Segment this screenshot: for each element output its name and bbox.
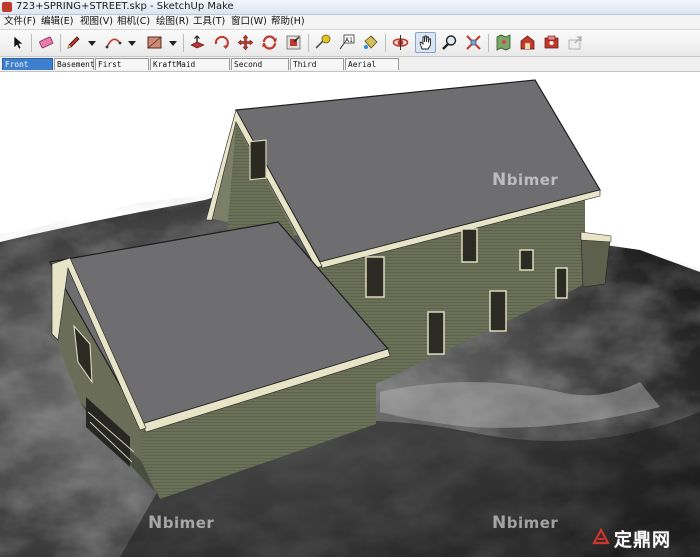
site-logo: 定鼎网 [592, 524, 692, 552]
menu-bar: 文件(F) 编辑(E) 视图(V) 相机(C) 绘图(R) 工具(T) 窗口(W… [0, 15, 700, 30]
scene-tab-third-floor[interactable]: Third Floor [290, 58, 344, 81]
select-icon[interactable] [8, 33, 27, 52]
sketchup-app-icon [2, 2, 12, 12]
rectangle-icon[interactable] [145, 33, 164, 52]
scene-tab-front-view[interactable]: Front View [2, 58, 53, 81]
scene-tab-aerial-view[interactable]: Aerial View [345, 58, 399, 81]
watermark-bimer: Nbimer [148, 170, 215, 190]
pencil-dropdown-arrow[interactable] [88, 41, 96, 46]
menu-edit[interactable]: 编辑(E) [41, 15, 73, 29]
svg-text:A1: A1 [345, 37, 353, 44]
scene-tab-first-floor[interactable]: First Floor [95, 58, 149, 81]
push-pull-icon[interactable] [188, 33, 207, 52]
menu-window[interactable]: 窗口(W) [231, 15, 267, 29]
zoom-extents-icon[interactable] [464, 33, 483, 52]
pan-icon[interactable] [415, 32, 436, 53]
scene-tab-bar: Front View Basement First Floor KraftMai… [0, 57, 700, 81]
zoom-icon[interactable] [440, 33, 459, 52]
orbit-icon[interactable] [391, 33, 410, 52]
menu-help[interactable]: 帮助(H) [271, 15, 305, 29]
rectangle-dropdown-arrow[interactable] [169, 41, 177, 46]
warehouse-icon[interactable] [518, 33, 537, 52]
main-toolbar: A1 [0, 30, 700, 57]
scene-tab-second-floor[interactable]: Second Floor [231, 58, 289, 81]
rotate-icon[interactable] [212, 33, 231, 52]
eraser-icon[interactable] [37, 33, 56, 52]
tape-measure-icon[interactable] [313, 33, 332, 52]
logo-text: 定鼎网 [614, 530, 671, 551]
scene-tab-basement[interactable]: Basement [54, 58, 95, 70]
window-title: 723+SPRING+STREET.skp - SketchUp Make [16, 1, 234, 12]
arc-dropdown-arrow[interactable] [128, 41, 136, 46]
extension-warehouse-icon[interactable] [542, 33, 561, 52]
house-model-render [0, 79, 700, 557]
move-icon[interactable] [236, 33, 255, 52]
scene-tab-kraftmaid-kitchen[interactable]: KraftMaid Kitchen [150, 58, 230, 81]
menu-file[interactable]: 文件(F) [4, 15, 36, 29]
paint-bucket-icon[interactable] [361, 33, 380, 52]
watermark-bimer: Nbimer [492, 170, 559, 190]
watermark-bimer: Nbimer [492, 513, 559, 533]
menu-draw[interactable]: 绘图(R) [156, 15, 189, 29]
menu-camera[interactable]: 相机(C) [117, 15, 150, 29]
title-bar: 723+SPRING+STREET.skp - SketchUp Make [0, 0, 700, 15]
share-icon[interactable] [566, 33, 585, 52]
pencil-icon[interactable] [64, 33, 83, 52]
watermark-bimer: Nbimer [148, 513, 215, 533]
menu-tools[interactable]: 工具(T) [193, 15, 225, 29]
logo-mark-icon [592, 528, 610, 545]
arc-icon[interactable] [104, 33, 123, 52]
follow-me-icon[interactable] [260, 33, 279, 52]
menu-view[interactable]: 视图(V) [80, 15, 113, 29]
offset-icon[interactable] [284, 33, 303, 52]
model-viewport[interactable]: Nbimer Nbimer Nbimer Nbimer 定鼎网 [0, 72, 700, 557]
map-icon[interactable] [494, 33, 513, 52]
text-icon[interactable]: A1 [337, 33, 356, 52]
